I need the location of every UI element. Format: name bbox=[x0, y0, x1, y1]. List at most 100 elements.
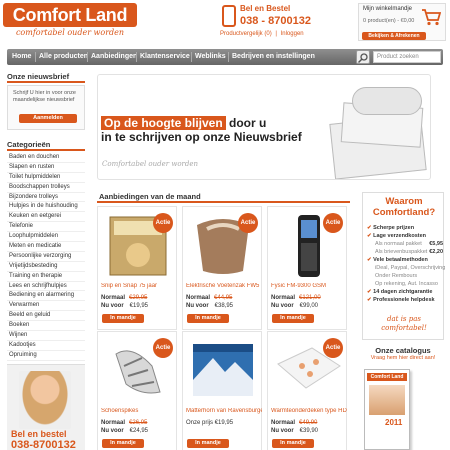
benefit-detail-label: Als brievenbuspakket bbox=[375, 249, 428, 255]
category-item[interactable]: Loophulpmiddelen bbox=[7, 232, 85, 243]
old-price: €44,95 bbox=[214, 295, 233, 301]
category-item[interactable]: Lees en schrijfhulpjes bbox=[7, 282, 85, 292]
banner-logo: Comfortabel ouder worden bbox=[102, 160, 199, 168]
price-now-row: Nu voor €39,90 bbox=[271, 428, 318, 434]
category-item[interactable]: Toilet hulpmiddelen bbox=[7, 173, 85, 183]
nav-home[interactable]: Home bbox=[12, 49, 31, 65]
newsletter-banner[interactable]: Op de hoogte blijven door u in te schrij… bbox=[97, 74, 431, 180]
category-item[interactable]: Wijnen bbox=[7, 331, 85, 341]
category-item[interactable]: Meten en medicatie bbox=[7, 242, 85, 252]
category-item[interactable]: Bijzondere trolleys bbox=[7, 193, 85, 203]
add-to-cart-button[interactable]: In mandje bbox=[272, 439, 314, 448]
benefit-detail-value: €2,20 bbox=[429, 249, 443, 255]
benefit-detail: Onder Rembours bbox=[375, 273, 418, 279]
logo-text: Comfort Land bbox=[3, 3, 137, 27]
add-to-cart-button[interactable]: In mandje bbox=[272, 314, 314, 323]
mobile-phone-icon bbox=[222, 5, 236, 27]
nav-weblinks[interactable]: Weblinks bbox=[195, 49, 226, 65]
nav-customer-service[interactable]: Klantenservice bbox=[140, 49, 190, 65]
price-normal-row: Normaal €29,95 bbox=[101, 295, 147, 301]
checkout-button[interactable]: Bekijken & Afrekenen bbox=[362, 32, 426, 40]
why-heading: Waarom Comfortland? bbox=[372, 196, 436, 218]
product-name[interactable]: Elektrische Voetenzak FW5 bbox=[186, 283, 262, 289]
product-card[interactable]: Actie Fysic FM-9300 GSM Normaal €121,00 N… bbox=[267, 206, 347, 330]
price-normal-label: Normaal bbox=[186, 295, 211, 301]
benefit-detail: iDeal, Paypal, Overschrijving bbox=[375, 265, 446, 271]
category-item[interactable]: Training en therapie bbox=[7, 272, 85, 282]
sale-badge: Actie bbox=[323, 338, 343, 358]
price-now-row: Nu voor €38,95 bbox=[186, 303, 233, 309]
sale-badge: Actie bbox=[153, 213, 173, 233]
new-price: €24,95 bbox=[129, 428, 149, 434]
category-list: Baden en douchen Slapen en rusten Toilet… bbox=[7, 153, 85, 361]
price-normal-row: Normaal €44,95 bbox=[186, 295, 232, 301]
catalog-heading: Onze catalogus bbox=[375, 346, 431, 355]
new-price: €38,95 bbox=[214, 303, 234, 309]
category-item[interactable]: Boeken bbox=[7, 321, 85, 332]
shopping-cart-icon[interactable] bbox=[421, 7, 441, 27]
add-to-cart-button[interactable]: In mandje bbox=[102, 439, 144, 448]
price-now-label: Nu voor bbox=[101, 303, 124, 309]
product-name[interactable]: Fysic FM-9300 GSM bbox=[271, 283, 347, 289]
nav-all-products[interactable]: Alle producten bbox=[39, 49, 88, 65]
category-item[interactable]: Opruiming bbox=[7, 351, 85, 361]
subscribe-button[interactable]: Aanmelden bbox=[19, 114, 77, 123]
add-to-cart-button[interactable]: In mandje bbox=[102, 314, 144, 323]
cart-box: Mijn winkelmandje 0 product(en) - €0,00 … bbox=[358, 3, 446, 41]
logo[interactable]: Comfort Land comfortabel ouder worden bbox=[3, 3, 137, 40]
product-card[interactable]: Actie Snip en Snap 75 jaar Normaal €29,95… bbox=[97, 206, 177, 330]
category-item[interactable]: Keuken en eetgerei bbox=[7, 212, 85, 223]
newsletter-box: Schrijf U hier in voor onze maandelijkse… bbox=[7, 85, 85, 130]
category-item[interactable]: Bediening en alarmering bbox=[7, 291, 85, 302]
nav-divider bbox=[87, 52, 88, 62]
nav-companies[interactable]: Bedrijven en instellingen bbox=[232, 49, 315, 65]
phone-label: Bel en Bestel bbox=[240, 4, 291, 13]
category-item[interactable]: Boodschappen trolleys bbox=[7, 183, 85, 193]
product-card[interactable]: Actie Warmteonderdeken type HDP Normaal €… bbox=[267, 331, 347, 450]
product-name[interactable]: Warmteonderdeken type HDP bbox=[271, 408, 347, 414]
add-to-cart-button[interactable]: In mandje bbox=[187, 439, 229, 448]
why-footer: dat is pas comfortabel! bbox=[363, 315, 445, 333]
why-footer-line1: dat is pas bbox=[387, 315, 421, 323]
login-link[interactable]: Inloggen bbox=[281, 31, 304, 37]
catalog-request-link[interactable]: Vraag hem hier direct aan! bbox=[362, 355, 444, 361]
category-item[interactable]: Beeld en geluid bbox=[7, 311, 85, 322]
banner-highlight: Op de hoogte blijven bbox=[101, 116, 226, 130]
category-item[interactable]: Baden en douchen bbox=[7, 153, 85, 163]
category-item[interactable]: Slapen en rusten bbox=[7, 163, 85, 173]
compare-link[interactable]: Productvergelijk (0) bbox=[220, 31, 272, 37]
catalog-logo: Comfort Land bbox=[367, 373, 407, 381]
nav-offers[interactable]: Aanbiedingen bbox=[91, 49, 137, 65]
category-item[interactable]: Vrijetijdsbesteding bbox=[7, 262, 85, 272]
why-comfortland-box: Waarom Comfortland? Scherpe prijzen Lage… bbox=[362, 192, 446, 340]
catalog-cover[interactable]: Comfort Land 2011 bbox=[364, 369, 410, 450]
price-normal-row: Normaal €49,90 bbox=[271, 420, 317, 426]
benefit-detail-label: Als normaal pakket bbox=[375, 241, 422, 247]
product-name[interactable]: Snip en Snap 75 jaar bbox=[101, 283, 177, 289]
category-item[interactable]: Hulpjes in de huishouding bbox=[7, 202, 85, 213]
product-card[interactable]: Actie Elektrische Voetenzak FW5 Normaal €… bbox=[182, 206, 262, 330]
benefit-detail: Als brievenbuspakket €2,20 bbox=[367, 248, 443, 256]
category-item[interactable]: Persoonlijke verzorging bbox=[7, 252, 85, 262]
product-name[interactable]: Matterhorn van Ravensburger bbox=[186, 408, 262, 414]
old-price: €26,95 bbox=[129, 420, 148, 426]
category-item[interactable]: Kadootjes bbox=[7, 341, 85, 351]
price-normal-row: Normaal €26,95 bbox=[101, 420, 147, 426]
price-row: Onze prijs €19,95 bbox=[186, 420, 233, 426]
product-card[interactable]: Actie Schoenspikes Normaal €26,95 Nu voor… bbox=[97, 331, 177, 450]
old-price: €121,00 bbox=[299, 295, 321, 301]
product-name[interactable]: Schoenspikes bbox=[101, 408, 177, 414]
search-input[interactable]: Product zoeken bbox=[373, 51, 441, 63]
phone-number: 038 - 8700132 bbox=[240, 15, 311, 27]
link-separator: | bbox=[275, 31, 277, 37]
category-item[interactable]: Verwarmen bbox=[7, 301, 85, 312]
product-card[interactable]: Matterhorn van Ravensburger Onze prijs €… bbox=[182, 331, 262, 450]
add-to-cart-button[interactable]: In mandje bbox=[187, 314, 229, 323]
benefit-item: Professionele helpdesk bbox=[367, 296, 443, 304]
search-button[interactable] bbox=[356, 50, 370, 64]
cart-info: 0 product(en) - €0,00 bbox=[363, 18, 415, 24]
benefit-detail-value: €5,95 bbox=[429, 241, 443, 247]
price-now-label: Nu voor bbox=[101, 428, 124, 434]
category-item[interactable]: Telefonie bbox=[7, 222, 85, 233]
contact-number: 038-8700132 bbox=[11, 439, 76, 450]
